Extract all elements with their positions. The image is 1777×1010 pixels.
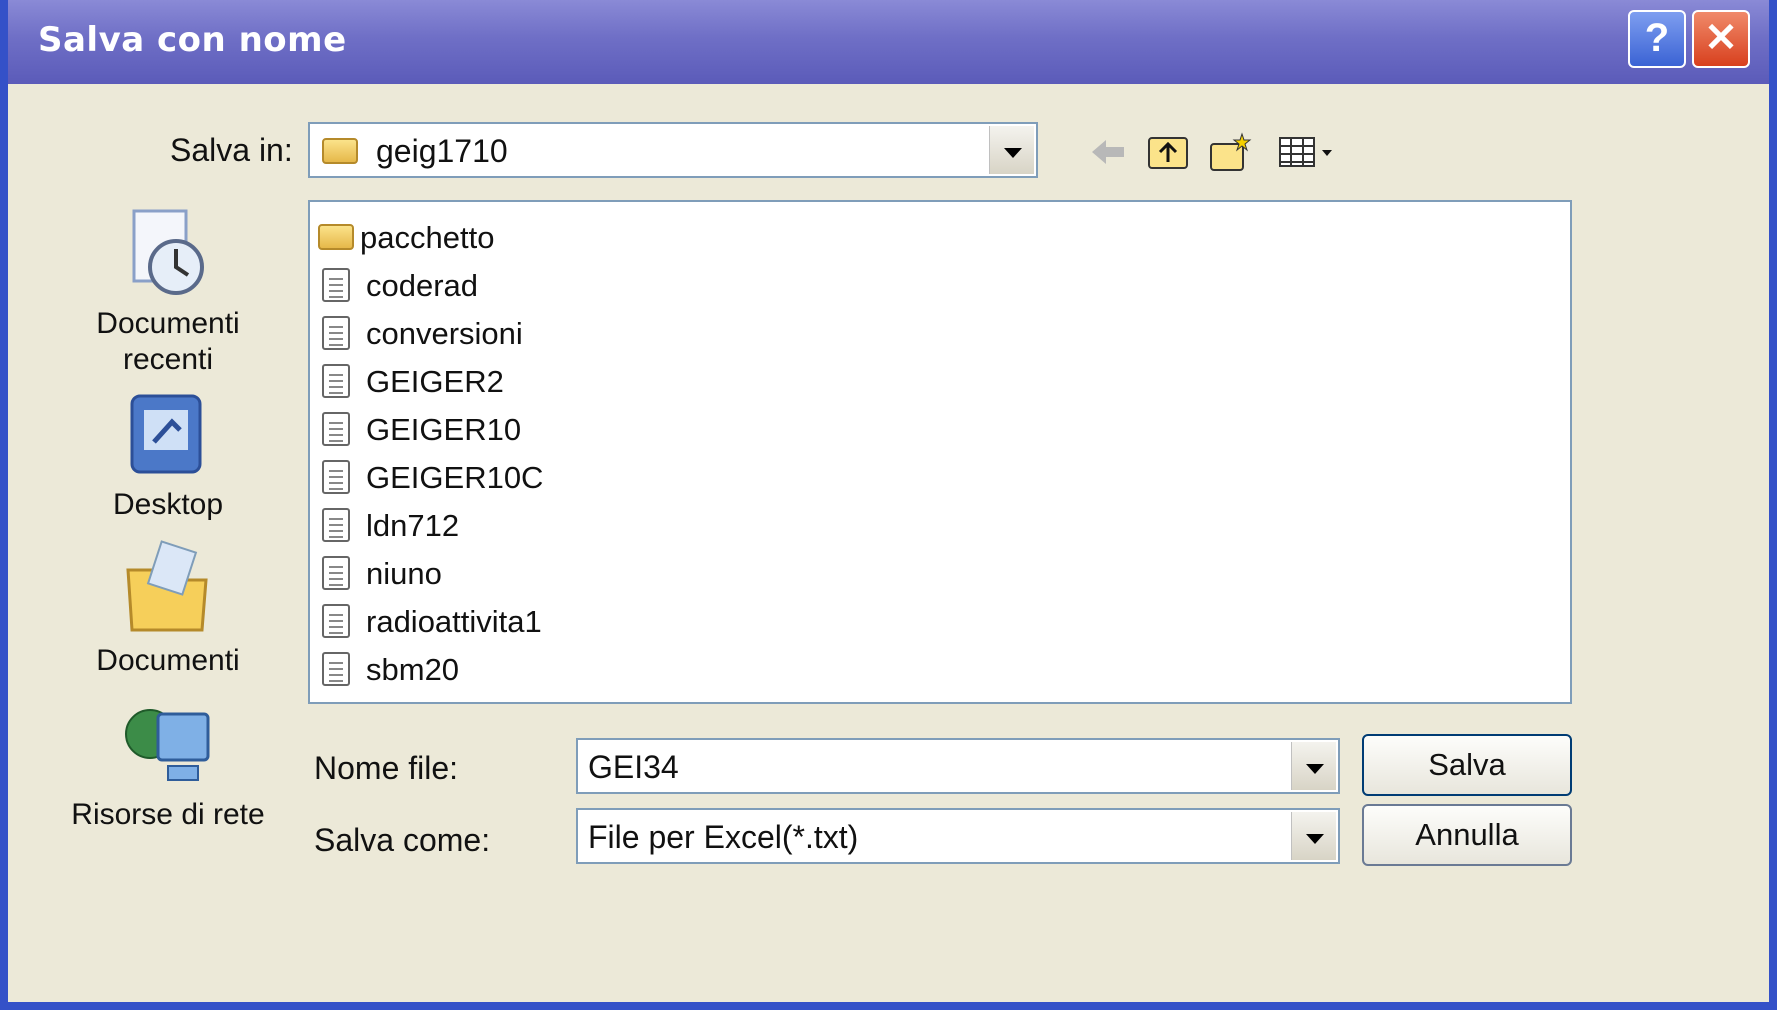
text-file-icon bbox=[322, 604, 350, 638]
text-file-icon bbox=[322, 652, 350, 686]
place-network[interactable]: Risorse di rete bbox=[48, 694, 288, 833]
text-file-icon bbox=[322, 316, 350, 350]
file-name: radioattivita1 bbox=[366, 604, 542, 639]
chevron-down-icon[interactable] bbox=[989, 126, 1034, 174]
filename-value: GEI34 bbox=[588, 749, 679, 785]
place-label: Desktop bbox=[112, 488, 224, 521]
text-file-icon bbox=[322, 556, 350, 590]
save-in-value: geig1710 bbox=[376, 133, 508, 169]
my-documents-icon bbox=[126, 540, 208, 632]
save-button[interactable]: Salva bbox=[1362, 734, 1572, 796]
file-name: conversioni bbox=[366, 316, 523, 351]
text-file-icon bbox=[322, 508, 350, 542]
file-name: GEIGER10 bbox=[366, 412, 522, 447]
filename-field[interactable]: GEI34 bbox=[576, 738, 1340, 794]
folder-icon bbox=[322, 138, 358, 164]
save-as-type-value: File per Excel(*.txt) bbox=[588, 819, 859, 855]
place-recent-documents[interactable]: Documenti recenti bbox=[48, 205, 288, 378]
filename-label: Nome file: bbox=[314, 750, 459, 786]
view-menu-icon[interactable] bbox=[1276, 130, 1346, 174]
network-places-icon bbox=[125, 709, 210, 781]
folder-icon bbox=[318, 224, 354, 250]
file-name: sbm20 bbox=[366, 652, 460, 687]
desktop-icon bbox=[130, 394, 202, 474]
back-arrow-icon[interactable] bbox=[1086, 130, 1130, 174]
place-label: Documenti bbox=[96, 644, 240, 677]
place-label: Risorse di rete bbox=[71, 798, 265, 831]
save-as-type-combo[interactable]: File per Excel(*.txt) bbox=[576, 808, 1340, 864]
chevron-down-icon[interactable] bbox=[1291, 742, 1336, 790]
file-name: pacchetto bbox=[360, 220, 495, 255]
close-button[interactable]: ✕ bbox=[1692, 10, 1750, 68]
chevron-down-icon[interactable] bbox=[1291, 812, 1336, 860]
text-file-icon bbox=[322, 364, 350, 398]
help-button[interactable]: ? bbox=[1628, 10, 1686, 68]
save-in-combo[interactable]: geig1710 bbox=[308, 122, 1038, 178]
title-bar[interactable]: Salva con nome ? ✕ bbox=[8, 0, 1769, 84]
text-file-icon bbox=[322, 268, 350, 302]
window-title: Salva con nome bbox=[38, 20, 347, 60]
file-name: GEIGER2 bbox=[366, 364, 504, 399]
file-list[interactable]: pacchetto coderad conversioni GEIGER2 GE… bbox=[308, 200, 1572, 704]
recent-documents-icon bbox=[132, 209, 204, 295]
text-file-icon bbox=[322, 460, 350, 494]
save-as-type-label: Salva come: bbox=[314, 822, 491, 858]
file-name: niuno bbox=[366, 556, 442, 591]
cancel-button[interactable]: Annulla bbox=[1362, 804, 1572, 866]
new-folder-icon[interactable] bbox=[1208, 130, 1252, 174]
text-file-icon bbox=[322, 412, 350, 446]
file-name: coderad bbox=[366, 268, 479, 303]
place-my-documents[interactable]: Documenti bbox=[48, 540, 288, 679]
save-in-label: Salva in: bbox=[170, 132, 293, 168]
file-name: GEIGER10C bbox=[366, 460, 544, 495]
save-as-dialog: Salva con nome ? ✕ Salva in: geig1710 Do… bbox=[0, 0, 1777, 1010]
place-desktop[interactable]: Desktop bbox=[48, 392, 288, 523]
place-label: Documenti recenti bbox=[96, 307, 240, 376]
up-folder-icon[interactable] bbox=[1146, 130, 1190, 174]
file-name: ldn712 bbox=[366, 508, 460, 543]
